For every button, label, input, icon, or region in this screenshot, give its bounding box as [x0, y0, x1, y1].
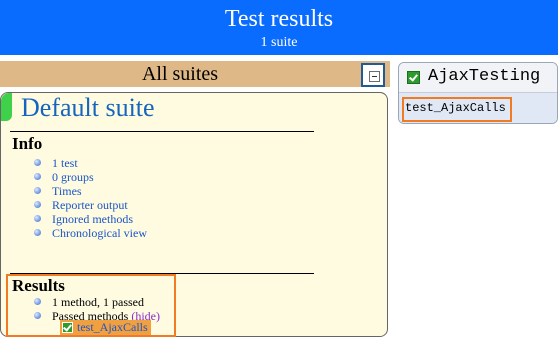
info-heading: Info	[12, 134, 43, 153]
all-suites-label: All suites	[141, 63, 219, 85]
all-suites-header: All suites	[0, 61, 390, 87]
class-name: AjaxTesting	[428, 67, 541, 86]
info-item-chronological-view[interactable]: Chronological view	[34, 226, 147, 240]
bullet-icon	[34, 229, 41, 236]
bullet-icon	[34, 187, 41, 194]
class-header[interactable]: AjaxTesting	[399, 63, 557, 93]
bullet-icon	[34, 159, 41, 166]
top-banner: Test results 1 suite	[0, 0, 558, 55]
passed-method-label: test_AjaxCalls	[77, 320, 148, 334]
bullet-icon	[34, 215, 41, 222]
bullet-icon	[34, 173, 41, 180]
bullet-icon	[34, 201, 41, 208]
method-link[interactable]: test_AjaxCalls	[405, 101, 506, 115]
info-item-reporter-output[interactable]: Reporter output	[34, 198, 147, 212]
info-item-groups[interactable]: 0 groups	[34, 170, 147, 184]
divider	[10, 131, 314, 132]
info-list: 1 test 0 groups Times Reporter output Ig…	[34, 156, 147, 240]
checkmark-icon	[407, 71, 420, 84]
page-title: Test results	[224, 6, 334, 32]
passed-method-item[interactable]: test_AjaxCalls	[60, 320, 151, 335]
collapse-all-button[interactable]	[361, 63, 385, 87]
collapse-icon	[369, 71, 380, 82]
info-item-tests[interactable]: 1 test	[34, 156, 147, 170]
suite-count: 1 suite	[260, 35, 298, 50]
suite-title[interactable]: Default suite	[21, 94, 155, 122]
info-item-ignored-methods[interactable]: Ignored methods	[34, 212, 147, 226]
checkmark-icon	[62, 322, 73, 333]
info-item-times[interactable]: Times	[34, 184, 147, 198]
suite-status-accent	[1, 93, 12, 121]
